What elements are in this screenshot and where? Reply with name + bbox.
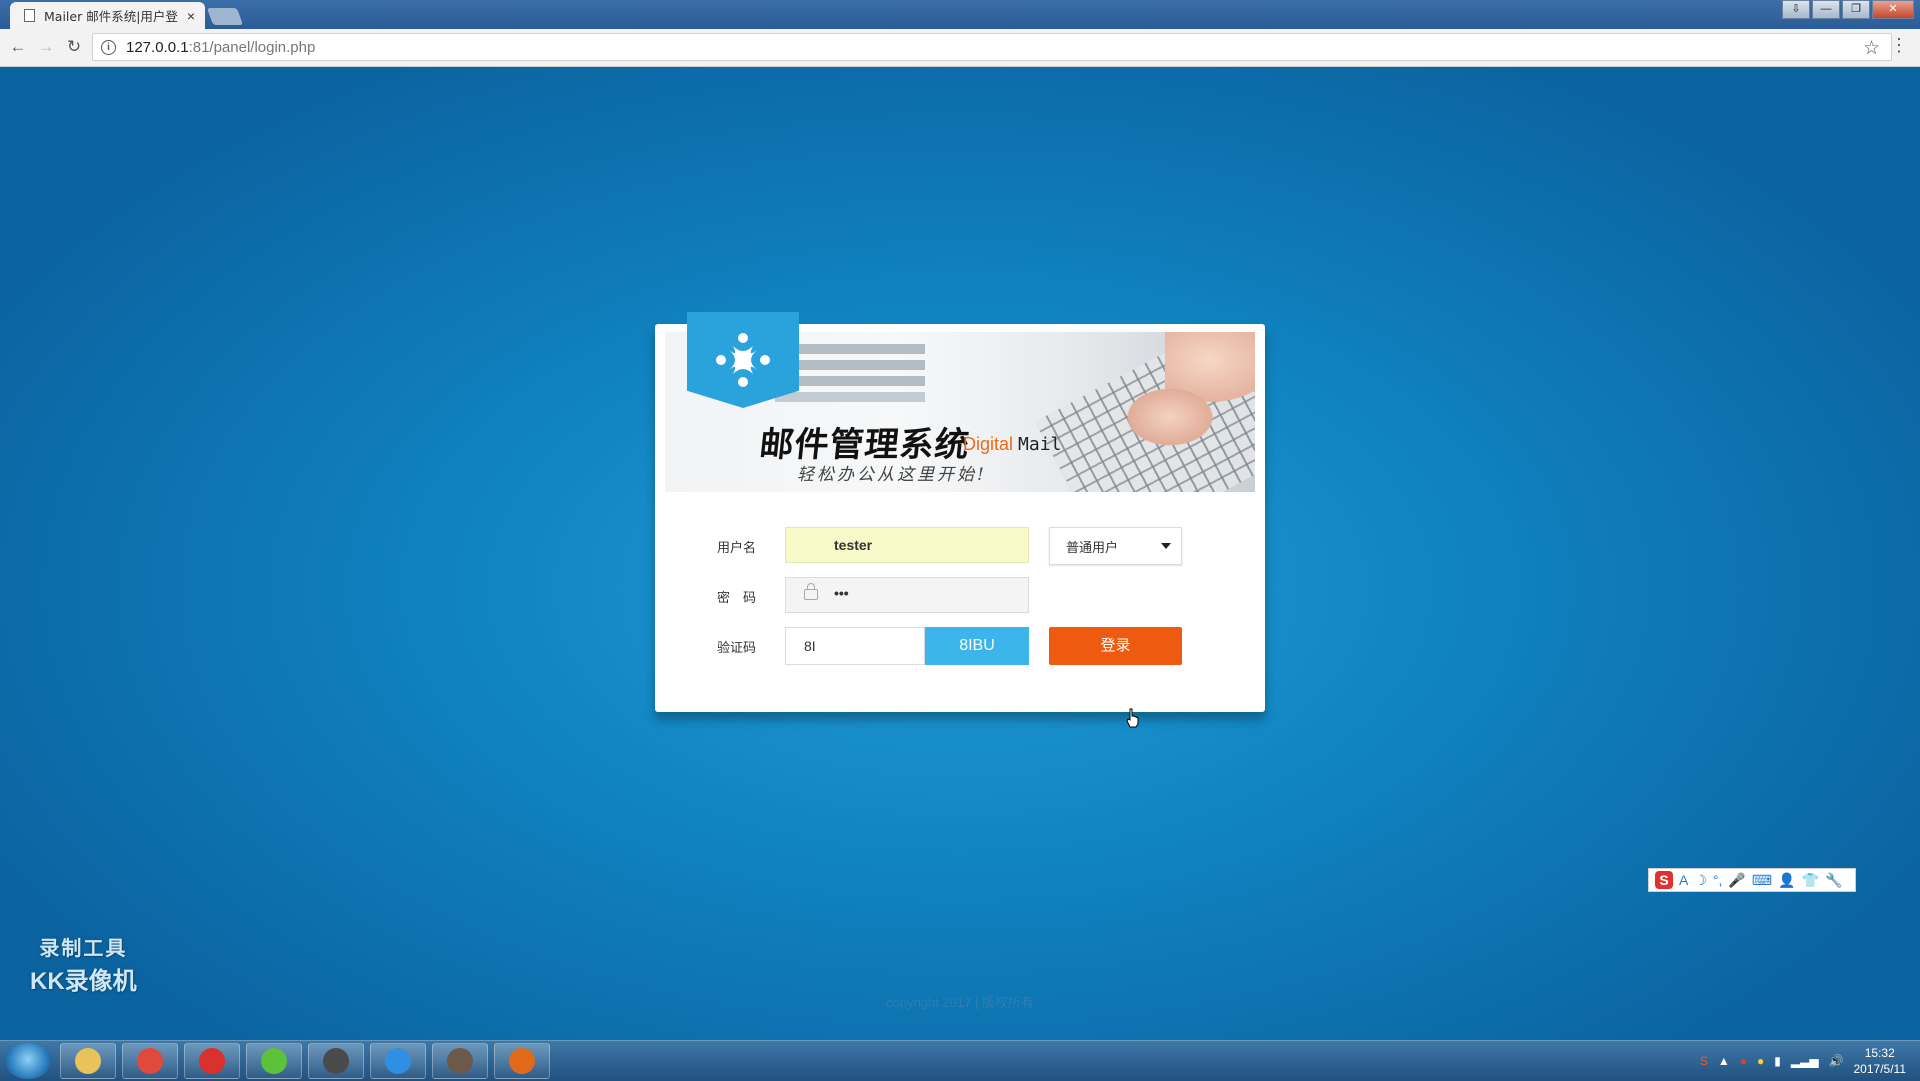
maximize-button[interactable]: ❐: [1842, 0, 1870, 19]
captcha-image[interactable]: 8IBU: [925, 627, 1029, 665]
browser-menu-icon[interactable]: ⋮: [1890, 35, 1908, 56]
clock[interactable]: 15:32 2017/5/11: [1854, 1045, 1907, 1077]
window-controls: ⇩ — ❐ ✕: [1782, 0, 1914, 19]
network-tray-icon[interactable]: ▮: [1774, 1054, 1781, 1068]
system-subtitle: Digital Mail: [963, 434, 1061, 455]
username-label: 用户名: [717, 540, 757, 555]
hand-image: [1125, 387, 1215, 447]
system-tray: S ▲ ● ● ▮ ▂▃▅ 🔊 15:32 2017/5/11: [1700, 1041, 1920, 1081]
taskbar: S ▲ ● ● ▮ ▂▃▅ 🔊 15:32 2017/5/11: [0, 1040, 1920, 1081]
ime-settings-icon[interactable]: 🔧: [1825, 872, 1842, 889]
browser-toolbar: ← → ↻ i 127.0.0.1 :81/panel/login.php ☆ …: [0, 29, 1920, 67]
ime-skin-icon[interactable]: 👕: [1802, 872, 1819, 889]
page-icon: [24, 9, 35, 22]
start-button[interactable]: [5, 1043, 51, 1079]
login-button[interactable]: 登录: [1049, 627, 1182, 665]
page-background: 邮件管理系统 Digital Mail 轻松办公从这里开始! 用户名 teste…: [0, 67, 1920, 1040]
chrome-icon: [137, 1048, 163, 1074]
sogou-logo-icon[interactable]: S: [1655, 871, 1673, 889]
ime-moon-icon[interactable]: ☽: [1694, 872, 1707, 889]
taskbar-app-button[interactable]: [246, 1043, 302, 1079]
url-host: 127.0.0.1: [126, 38, 189, 56]
forward-button[interactable]: →: [34, 35, 58, 59]
banner-stripe: [775, 392, 925, 402]
tab-title: Mailer 邮件系统|用户登: [44, 9, 178, 24]
captcha-label: 验证码: [717, 640, 757, 655]
ime-keyboard-icon[interactable]: ⌨: [1752, 872, 1772, 889]
tray-expand-icon[interactable]: ▲: [1718, 1054, 1730, 1068]
address-bar[interactable]: i 127.0.0.1 :81/panel/login.php: [92, 33, 1892, 61]
subtitle-digital: Digital: [963, 434, 1014, 454]
avatar-app-icon: [447, 1048, 473, 1074]
logo-icon: [716, 333, 770, 387]
ime-toolbar[interactable]: S A ☽ °, 🎤 ⌨ 👤 👕 🔧: [1648, 868, 1856, 892]
close-window-button[interactable]: ✕: [1872, 0, 1914, 19]
chevron-down-icon: [1161, 543, 1171, 549]
ime-punct-icon[interactable]: °,: [1713, 872, 1723, 888]
password-value: •••: [834, 585, 849, 601]
logo-badge: [687, 312, 799, 408]
recorder-watermark: 录制工具 KK录像机: [30, 932, 137, 996]
captcha-value: 8I: [804, 638, 816, 654]
new-tab-button[interactable]: [206, 8, 244, 25]
volume-tray-icon[interactable]: 🔊: [1829, 1054, 1844, 1068]
watermark-line1: 录制工具: [39, 938, 128, 960]
ime-mic-icon[interactable]: 🎤: [1728, 872, 1745, 889]
slogan: 轻松办公从这里开始!: [797, 465, 987, 485]
lock-icon: [804, 583, 818, 600]
taskbar-app-button[interactable]: [432, 1043, 488, 1079]
minimize-button[interactable]: —: [1812, 0, 1840, 19]
taskbar-app-button[interactable]: [122, 1043, 178, 1079]
taskbar-app-button[interactable]: [184, 1043, 240, 1079]
sublime-icon: [323, 1048, 349, 1074]
system-title: 邮件管理系统: [757, 425, 972, 465]
url-path: :81/panel/login.php: [188, 38, 316, 56]
wps-icon: [385, 1048, 411, 1074]
captcha-input[interactable]: 8I: [785, 627, 925, 665]
login-card: 邮件管理系统 Digital Mail 轻松办公从这里开始! 用户名 teste…: [655, 312, 1265, 712]
password-label: 密 码: [717, 590, 757, 605]
green-app-icon: [261, 1048, 287, 1074]
antivirus-tray-icon[interactable]: ●: [1740, 1054, 1747, 1068]
role-selected-value: 普通用户: [1066, 539, 1119, 555]
taskbar-app-button[interactable]: [308, 1043, 364, 1079]
info-icon[interactable]: i: [101, 39, 116, 55]
watermark-line2: KK录像机: [30, 968, 137, 995]
username-value: tester: [834, 537, 873, 553]
taskbar-app-button[interactable]: [494, 1043, 550, 1079]
tab-close-button[interactable]: ×: [187, 8, 195, 24]
netease-music-icon: [199, 1048, 225, 1074]
browser-tab[interactable]: Mailer 邮件系统|用户登 ×: [10, 2, 205, 29]
username-input[interactable]: tester: [785, 527, 1029, 563]
ime-user-icon[interactable]: 👤: [1778, 872, 1795, 889]
taskbar-app-button[interactable]: [370, 1043, 426, 1079]
taskbar-app-button[interactable]: [60, 1043, 116, 1079]
copyright-text: copyright 2017 | 版权所有: [886, 995, 1034, 1010]
qq-tray-icon[interactable]: ●: [1757, 1054, 1764, 1068]
clock-time: 15:32: [1864, 1046, 1895, 1060]
window-user-button[interactable]: ⇩: [1782, 0, 1810, 19]
password-input[interactable]: •••: [785, 577, 1029, 613]
role-select[interactable]: 普通用户: [1049, 527, 1182, 565]
bookmark-star-icon[interactable]: ☆: [1863, 37, 1880, 60]
ime-lang-icon[interactable]: A: [1679, 872, 1688, 888]
reload-button[interactable]: ↻: [62, 35, 86, 59]
clock-date: 2017/5/11: [1853, 1062, 1907, 1076]
subtitle-mail: Mail: [1018, 434, 1062, 455]
back-button[interactable]: ←: [6, 35, 30, 59]
browser-tab-bar: Mailer 邮件系统|用户登 × ⇩ — ❐ ✕: [0, 0, 1920, 29]
explorer-icon: [75, 1048, 101, 1074]
ninja-app-icon: [509, 1048, 535, 1074]
sogou-tray-icon[interactable]: S: [1700, 1054, 1708, 1068]
hand-cursor-icon: [1126, 708, 1139, 728]
signal-tray-icon[interactable]: ▂▃▅: [1791, 1054, 1819, 1068]
